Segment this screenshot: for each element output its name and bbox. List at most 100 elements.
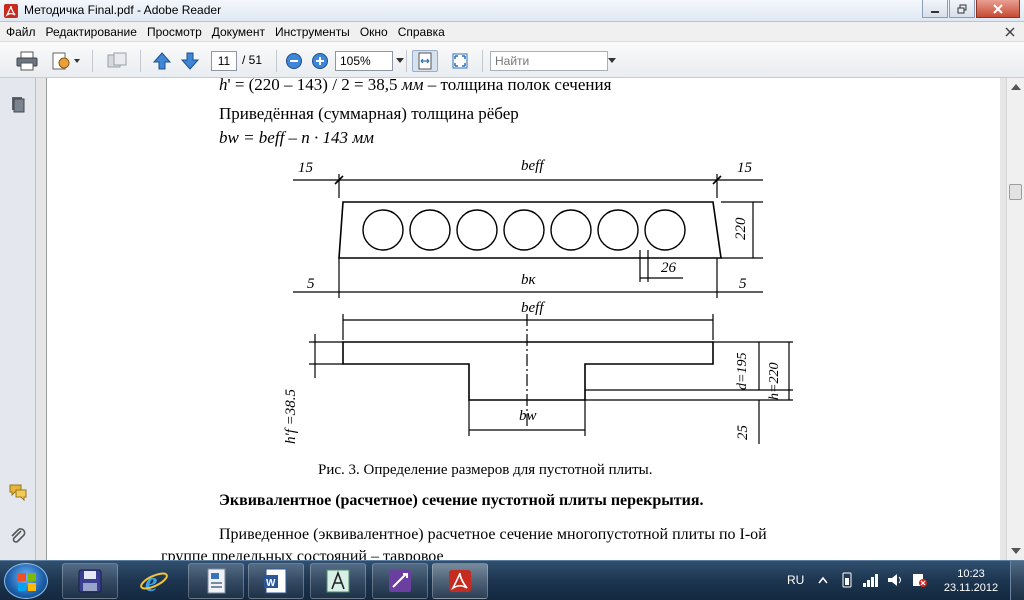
zoom-out-icon: [286, 53, 302, 69]
show-desktop-button[interactable]: [1010, 561, 1024, 600]
print-button[interactable]: [14, 50, 40, 72]
taskbar-autocad[interactable]: [310, 563, 366, 599]
title-bar: Методичка Final.pdf - Adobe Reader: [0, 0, 1024, 22]
menu-file[interactable]: Файл: [0, 25, 41, 39]
sign-icon: [52, 52, 70, 70]
file-app-icon: [207, 568, 226, 594]
internet-explorer-icon: e: [140, 567, 168, 596]
clock-date: 23.11.2012: [943, 582, 999, 594]
collaborate-icon: [107, 52, 127, 68]
save-app-icon: [78, 569, 102, 593]
taskbar-visual-studio[interactable]: [372, 563, 428, 599]
dim-height-220: 220: [733, 217, 749, 241]
taskbar-internet-explorer[interactable]: e: [126, 563, 182, 599]
menu-edit[interactable]: Редактирование: [41, 25, 142, 39]
scroll-up-icon[interactable]: [1011, 84, 1021, 90]
menu-view[interactable]: Просмотр: [142, 25, 207, 39]
close-button[interactable]: [976, 0, 1020, 18]
zoom-level-input[interactable]: 105%: [335, 51, 393, 71]
void-6: [597, 209, 639, 251]
menu-window[interactable]: Окно: [355, 25, 393, 39]
taskbar-save-app[interactable]: [62, 563, 118, 599]
vertical-scrollbar[interactable]: [1006, 78, 1024, 560]
page-total: / 51: [242, 53, 263, 67]
pages-panel-icon[interactable]: [8, 94, 28, 114]
prev-page-button[interactable]: [150, 50, 174, 72]
adobe-reader-icon: [4, 4, 18, 18]
collaborate-button[interactable]: [104, 50, 130, 72]
full-screen-button[interactable]: [448, 50, 472, 72]
zoom-dropdown-arrow[interactable]: [396, 58, 404, 63]
close-icon: [993, 3, 1003, 14]
void-1: [362, 209, 404, 251]
menu-tools[interactable]: Инструменты: [270, 25, 355, 39]
volume-icon[interactable]: [886, 572, 904, 588]
document-close-icon[interactable]: [1002, 24, 1018, 40]
menu-document[interactable]: Документ: [207, 25, 270, 39]
adobe-reader-icon: [449, 570, 471, 592]
restore-button[interactable]: [949, 0, 975, 18]
void-4: [503, 209, 545, 251]
void-3: [456, 209, 498, 251]
taskbar-adobe-reader[interactable]: [432, 563, 488, 599]
prev-page-icon: [152, 52, 172, 70]
zoom-out-button[interactable]: [284, 50, 304, 72]
dim-cover-25: 25: [735, 425, 751, 440]
document-page: h' = (220 – 143) / 2 = 38,5 мм – толщина…: [46, 78, 1000, 560]
svg-text:e: e: [145, 567, 157, 596]
dim-hf: h'f =38.5: [283, 389, 299, 444]
find-dropdown-arrow[interactable]: [608, 58, 616, 63]
comments-panel-icon[interactable]: [8, 482, 28, 502]
taskbar-file-app[interactable]: [188, 563, 244, 599]
minimize-icon: [931, 10, 939, 13]
scrollbar-thumb[interactable]: [1009, 184, 1022, 200]
attachments-panel-icon[interactable]: [8, 526, 28, 546]
system-clock[interactable]: 10:23 23.11.2012: [940, 567, 1002, 595]
action-center-icon[interactable]: [910, 572, 928, 588]
taskbar: e W RU 10:23 23.11.2012: [0, 560, 1024, 600]
autocad-icon: [326, 569, 350, 593]
dim-top-right: 15: [737, 160, 752, 176]
dim-rib-26: 26: [661, 260, 676, 276]
clock-time: 10:23: [957, 568, 985, 580]
minimize-button[interactable]: [922, 0, 948, 18]
hollow-slab-diagram: [293, 174, 793, 444]
tray-expand-icon[interactable]: [816, 573, 830, 587]
window-title: Методичка Final.pdf - Adobe Reader: [24, 3, 222, 17]
void-5: [550, 209, 592, 251]
language-indicator[interactable]: RU: [787, 573, 804, 587]
full-screen-icon: [452, 53, 468, 69]
next-page-icon: [180, 52, 200, 70]
label-bk: bк: [521, 272, 536, 288]
menu-help[interactable]: Справка: [393, 25, 450, 39]
toolbar: 11 / 51 105% Найти: [0, 42, 1024, 78]
fit-width-button[interactable]: [412, 50, 438, 72]
svg-text:W: W: [266, 578, 276, 589]
menu-bar: Файл Редактирование Просмотр Документ Ин…: [0, 22, 1024, 42]
slab-voids: [362, 209, 686, 251]
dim-bottom-right: 5: [739, 276, 747, 292]
next-page-button[interactable]: [178, 50, 202, 72]
network-icon[interactable]: [862, 572, 880, 588]
section-heading: Эквивалентное (расчетное) сечение пустот…: [219, 492, 704, 509]
battery-icon[interactable]: [840, 572, 854, 588]
visual-studio-icon: [389, 570, 411, 592]
navigation-panel: [0, 78, 36, 560]
scroll-down-icon[interactable]: [1011, 548, 1021, 554]
start-button[interactable]: [4, 563, 48, 599]
zoom-in-icon: [312, 53, 328, 69]
page-number-input[interactable]: 11: [211, 51, 237, 71]
dim-top-left: 15: [298, 160, 313, 176]
printer-icon: [16, 51, 38, 71]
zoom-in-button[interactable]: [310, 50, 330, 72]
label-bw: bw: [519, 408, 537, 424]
dim-d-195: d=195: [735, 352, 750, 390]
paragraph-line-1: Приведенное (эквивалентное) расчетное се…: [219, 526, 767, 543]
taskbar-word[interactable]: W: [248, 563, 304, 599]
sign-button[interactable]: [48, 50, 82, 72]
restore-icon: [957, 4, 967, 13]
dim-bottom-left: 5: [307, 276, 315, 292]
word-icon: W: [264, 568, 287, 594]
find-input[interactable]: Найти: [490, 51, 608, 71]
dim-h-220: h=220: [767, 362, 782, 400]
